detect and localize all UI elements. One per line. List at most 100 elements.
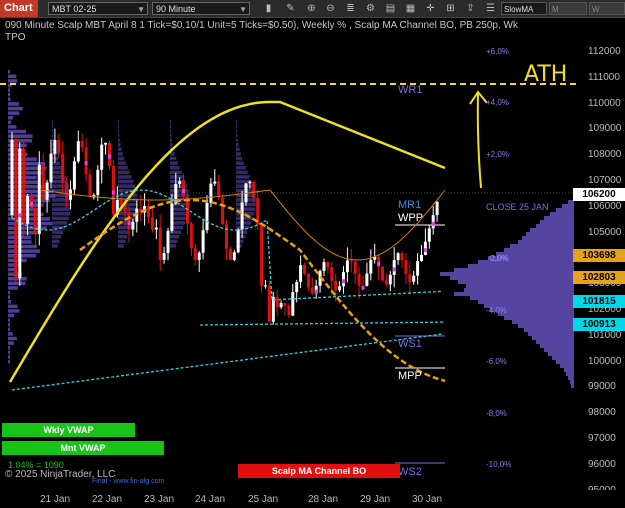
percent-label: -8,0% <box>486 409 507 418</box>
instrument-selector[interactable]: MBT 02-25 ▼ <box>48 2 148 15</box>
tpo-profile-bar <box>8 332 13 336</box>
candle-body <box>26 196 30 224</box>
signal-marker <box>84 160 88 165</box>
mvwap-button[interactable]: M VWAP <box>549 2 587 27</box>
tpo-profile-bar <box>52 244 58 248</box>
volume-profile-bar <box>544 348 574 352</box>
volume-profile-bar <box>548 352 574 356</box>
interval-selector[interactable]: 90 Minute ▼ <box>152 2 250 15</box>
tpo-profile-bar <box>118 129 119 133</box>
candle-body <box>416 261 420 276</box>
slowma-button[interactable]: SlowMA <box>501 2 547 15</box>
tpo-profile-bar <box>170 138 172 142</box>
candle-body <box>299 265 303 283</box>
volume-profile-bar <box>450 276 574 280</box>
candle-body <box>80 141 84 148</box>
tpo-profile-bar <box>8 290 10 295</box>
candle-body <box>248 181 252 184</box>
tpo-profile-bar <box>170 235 180 239</box>
tpo-profile-bar <box>170 133 172 138</box>
volume-profile-bar <box>504 248 574 252</box>
candle-body <box>166 230 170 254</box>
candle-body <box>392 260 396 275</box>
candle-body <box>228 248 232 260</box>
candle-body <box>279 302 283 308</box>
volume-profile-bar <box>566 372 574 376</box>
tpo-profile-bar <box>8 350 10 355</box>
settings-icon[interactable]: ☰ <box>484 2 497 15</box>
tpo-profile-bar <box>170 239 178 244</box>
volume-profile-bar <box>458 280 574 284</box>
volume-profile-bar <box>556 360 574 364</box>
tpo-profile-bar <box>236 170 248 175</box>
candle-body <box>189 223 193 249</box>
level-mpp: MPP <box>398 370 422 382</box>
signal-marker <box>361 285 365 290</box>
chevron-down-icon: ▼ <box>239 5 247 14</box>
properties-icon[interactable]: ≣ <box>344 2 357 15</box>
crosshair-icon[interactable]: ✛ <box>424 2 437 15</box>
candle-body <box>271 296 275 322</box>
level-wr1: WR1 <box>398 84 423 96</box>
signal-marker <box>423 248 427 253</box>
instrument-value: MBT 02-25 <box>52 4 97 14</box>
volume-profile-bar <box>532 336 574 340</box>
price-tag: 102803 <box>573 271 625 284</box>
share-icon[interactable]: ⇪ <box>464 2 477 15</box>
interval-value: 90 Minute <box>156 4 196 14</box>
zoom-out-icon[interactable]: ⊖ <box>324 2 337 15</box>
tpo-profile-bar <box>236 175 250 179</box>
tpo-profile-bar <box>8 355 10 359</box>
bar-style-icon[interactable]: ▮ <box>262 2 275 15</box>
lock-icon[interactable]: ⊞ <box>444 2 457 15</box>
tpo-profile-bar <box>170 129 171 133</box>
candle-body <box>306 273 310 288</box>
price-tick-label: 107000 <box>588 175 622 186</box>
strategy-icon[interactable]: ⚙ <box>364 2 377 15</box>
volume-profile-bar <box>454 268 574 272</box>
candle-body <box>131 221 135 230</box>
candle-body <box>201 230 205 253</box>
tpo-profile-bar <box>236 216 253 221</box>
price-tick-label: 101000 <box>588 329 622 341</box>
tpo-profile-bar <box>52 239 60 244</box>
candle-body <box>65 182 69 200</box>
tpo-profile-bar <box>8 254 37 258</box>
tpo-profile-bar <box>52 235 62 239</box>
tpo-profile-bar <box>8 97 11 102</box>
signal-marker <box>431 221 435 226</box>
candle-body <box>213 181 217 184</box>
tpo-profile-bar <box>8 120 12 125</box>
candle-body <box>384 280 388 285</box>
tpo-profile-bar <box>8 125 17 129</box>
candle-body <box>154 227 158 230</box>
candle-body <box>287 305 291 316</box>
tpo-profile-bar <box>170 152 175 156</box>
ath-arrow <box>476 92 482 189</box>
chart-title: 090 Minute Scalp MBT April 8 1 Tick=$0.1… <box>5 20 518 31</box>
volume-profile-bar <box>478 300 574 304</box>
volume-profile-bar <box>466 284 574 288</box>
time-tick-label: 29 Jan <box>360 494 391 505</box>
signal-marker <box>30 202 33 207</box>
candle-body <box>104 142 108 145</box>
zoom-in-icon[interactable]: ⊕ <box>305 2 318 15</box>
tpo-profile-bar <box>118 156 125 161</box>
data-box-icon[interactable]: ▦ <box>404 2 417 15</box>
candle-body <box>408 274 412 282</box>
percent-label: -6,0% <box>486 357 507 366</box>
tpo-profile-bar <box>170 189 189 193</box>
tpo-profile-bar <box>170 156 177 161</box>
wvwap-button[interactable]: W VWAP <box>589 2 625 27</box>
candle-body <box>162 253 166 260</box>
template-icon[interactable]: ▤ <box>384 2 397 15</box>
candle-body <box>217 181 221 198</box>
percent-label-zero: 0,0% <box>490 254 509 263</box>
tpo-profile-bar <box>170 166 180 170</box>
tpo-profile-bar <box>118 184 136 188</box>
candle-body <box>158 227 162 260</box>
draw-icon[interactable]: ✎ <box>284 2 297 15</box>
price-tick-label: 112000 <box>588 46 621 57</box>
chart-tab[interactable]: Chart <box>0 0 38 17</box>
tpo-profile-bar <box>118 175 132 179</box>
